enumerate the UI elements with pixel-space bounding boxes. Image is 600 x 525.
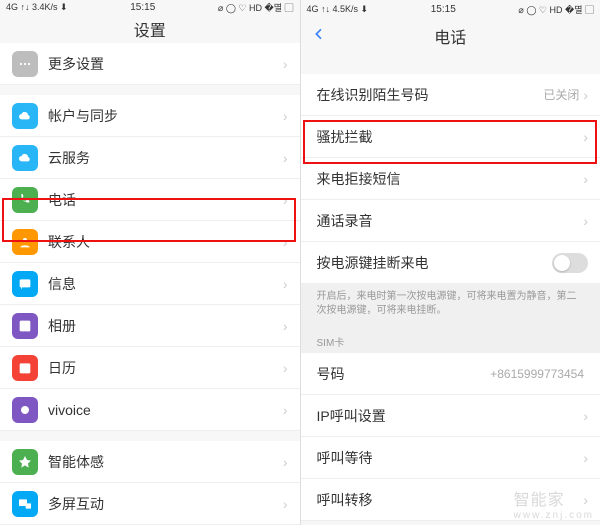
list-gap xyxy=(0,431,300,441)
row-value: +8615999773454 xyxy=(490,367,584,381)
chevron-right-icon: › xyxy=(283,276,288,292)
phone-pane: 4G ↑↓ 4.5K/s ⬇ 15:15 ⌀ ◯ ♡ HD �멸 ▢ 电话 在线… xyxy=(301,0,600,525)
chevron-right-icon: › xyxy=(283,496,288,512)
chevron-right-icon: › xyxy=(583,213,588,229)
status-time: 15:15 xyxy=(431,4,456,15)
chevron-right-icon: › xyxy=(283,402,288,418)
status-right: ⌀ ◯ ♡ HD �멸 ▢ xyxy=(218,1,294,14)
nav-bar: 设置 xyxy=(0,14,300,43)
settings-row-voice[interactable]: vivoice› xyxy=(0,389,300,431)
chevron-right-icon: › xyxy=(283,150,288,166)
row-label: 联系人 xyxy=(48,232,283,252)
settings-pane: 4G ↑↓ 3.4K/s ⬇ 15:15 ⌀ ◯ ♡ HD �멸 ▢ 设置 更多… xyxy=(0,0,300,525)
chevron-right-icon: › xyxy=(583,450,588,466)
chevron-right-icon: › xyxy=(283,454,288,470)
msg-icon xyxy=(12,271,38,297)
chevron-right-icon: › xyxy=(283,318,288,334)
row-label: 相册 xyxy=(48,316,283,336)
voice-icon xyxy=(12,397,38,423)
row-label: 云服务 xyxy=(48,148,283,168)
chevron-right-icon: › xyxy=(283,192,288,208)
phone-row[interactable]: 通话录音› xyxy=(301,200,600,242)
album-icon xyxy=(12,313,38,339)
settings-row-phone[interactable]: 电话› xyxy=(0,179,300,221)
cal-icon xyxy=(12,355,38,381)
chevron-right-icon: › xyxy=(583,492,588,508)
multi-icon xyxy=(12,491,38,517)
settings-list: 更多设置›帐户与同步›云服务›电话›联系人›信息›相册›日历›vivoice›智… xyxy=(0,43,300,525)
status-bar: 4G ↑↓ 3.4K/s ⬇ 15:15 ⌀ ◯ ♡ HD �멸 ▢ xyxy=(0,0,300,14)
cloud2-icon xyxy=(12,145,38,171)
settings-row-cloud[interactable]: 帐户与同步› xyxy=(0,95,300,137)
row-label: IP呼叫设置 xyxy=(317,406,584,426)
settings-row-contact[interactable]: 联系人› xyxy=(0,221,300,263)
chevron-right-icon: › xyxy=(283,360,288,376)
list-gap xyxy=(0,85,300,95)
nav-bar: 电话 xyxy=(301,18,600,54)
settings-row-more[interactable]: 更多设置› xyxy=(0,43,300,85)
status-bar: 4G ↑↓ 4.5K/s ⬇ 15:15 ⌀ ◯ ♡ HD �멸 ▢ xyxy=(301,0,600,18)
page-title: 电话 xyxy=(434,24,466,48)
row-label: 呼叫转移 xyxy=(317,490,584,510)
status-left: 4G ↑↓ 4.5K/s ⬇ xyxy=(307,4,369,15)
power-hangup-toggle[interactable] xyxy=(552,253,588,273)
chevron-right-icon: › xyxy=(583,408,588,424)
sim-row[interactable]: 呼叫等待› xyxy=(301,437,600,479)
settings-row-album[interactable]: 相册› xyxy=(0,305,300,347)
chevron-right-icon: › xyxy=(583,87,588,103)
chevron-right-icon: › xyxy=(283,108,288,124)
list-gap xyxy=(301,54,600,74)
phone-row[interactable]: 在线识别陌生号码已关闭› xyxy=(301,74,600,116)
phone-list: 在线识别陌生号码已关闭›骚扰拦截›来电拒接短信›通话录音›按电源键挂断来电开启后… xyxy=(301,54,600,525)
row-label: 号码 xyxy=(317,364,491,384)
chevron-right-icon: › xyxy=(583,171,588,187)
sim-row[interactable]: 号码+8615999773454 xyxy=(301,353,600,395)
more-icon xyxy=(12,51,38,77)
sim-row[interactable]: IP呼叫设置› xyxy=(301,395,600,437)
row-label: 智能体感 xyxy=(48,452,283,472)
chevron-right-icon: › xyxy=(283,56,288,72)
row-label: 呼叫等待 xyxy=(317,448,584,468)
settings-row-msg[interactable]: 信息› xyxy=(0,263,300,305)
phone-icon xyxy=(12,187,38,213)
phone-row[interactable]: 按电源键挂断来电 xyxy=(301,242,600,284)
page-title: 设置 xyxy=(134,17,166,41)
status-right: ⌀ ◯ ♡ HD �멸 ▢ xyxy=(518,3,594,16)
settings-row-cal[interactable]: 日历› xyxy=(0,347,300,389)
sim-row[interactable]: 呼叫转移› xyxy=(301,479,600,521)
phone-row[interactable]: 来电拒接短信› xyxy=(301,158,600,200)
sim-section-header: SIM卡 xyxy=(301,324,600,353)
row-label: 按电源键挂断来电 xyxy=(317,253,553,273)
row-label: 电话 xyxy=(48,190,283,210)
row-label: 更多设置 xyxy=(48,54,283,74)
sense-icon xyxy=(12,449,38,475)
row-label: 多屏互动 xyxy=(48,494,283,514)
cloud-icon xyxy=(12,103,38,129)
row-label: vivoice xyxy=(48,402,283,418)
row-label: 来电拒接短信 xyxy=(317,169,584,189)
chevron-left-icon xyxy=(311,26,327,42)
settings-row-cloud2[interactable]: 云服务› xyxy=(0,137,300,179)
phone-row[interactable]: 骚扰拦截› xyxy=(301,116,600,158)
settings-row-sense[interactable]: 智能体感› xyxy=(0,441,300,483)
row-label: 通话录音 xyxy=(317,211,584,231)
contact-icon xyxy=(12,229,38,255)
chevron-right-icon: › xyxy=(283,234,288,250)
row-label: 信息 xyxy=(48,274,283,294)
row-label: 帐户与同步 xyxy=(48,106,283,126)
hint-text: 开启后，来电时第一次按电源键，可将来电置为静音，第二次按电源键，可将来电挂断。 xyxy=(301,284,600,324)
back-button[interactable] xyxy=(311,26,327,47)
chevron-right-icon: › xyxy=(583,129,588,145)
status-left: 4G ↑↓ 3.4K/s ⬇ xyxy=(6,2,68,13)
row-label: 在线识别陌生号码 xyxy=(317,85,544,105)
row-label: 日历 xyxy=(48,358,283,378)
status-time: 15:15 xyxy=(130,2,155,13)
settings-row-multi[interactable]: 多屏互动› xyxy=(0,483,300,525)
row-label: 骚扰拦截 xyxy=(317,127,584,147)
row-value: 已关闭 xyxy=(543,86,579,103)
